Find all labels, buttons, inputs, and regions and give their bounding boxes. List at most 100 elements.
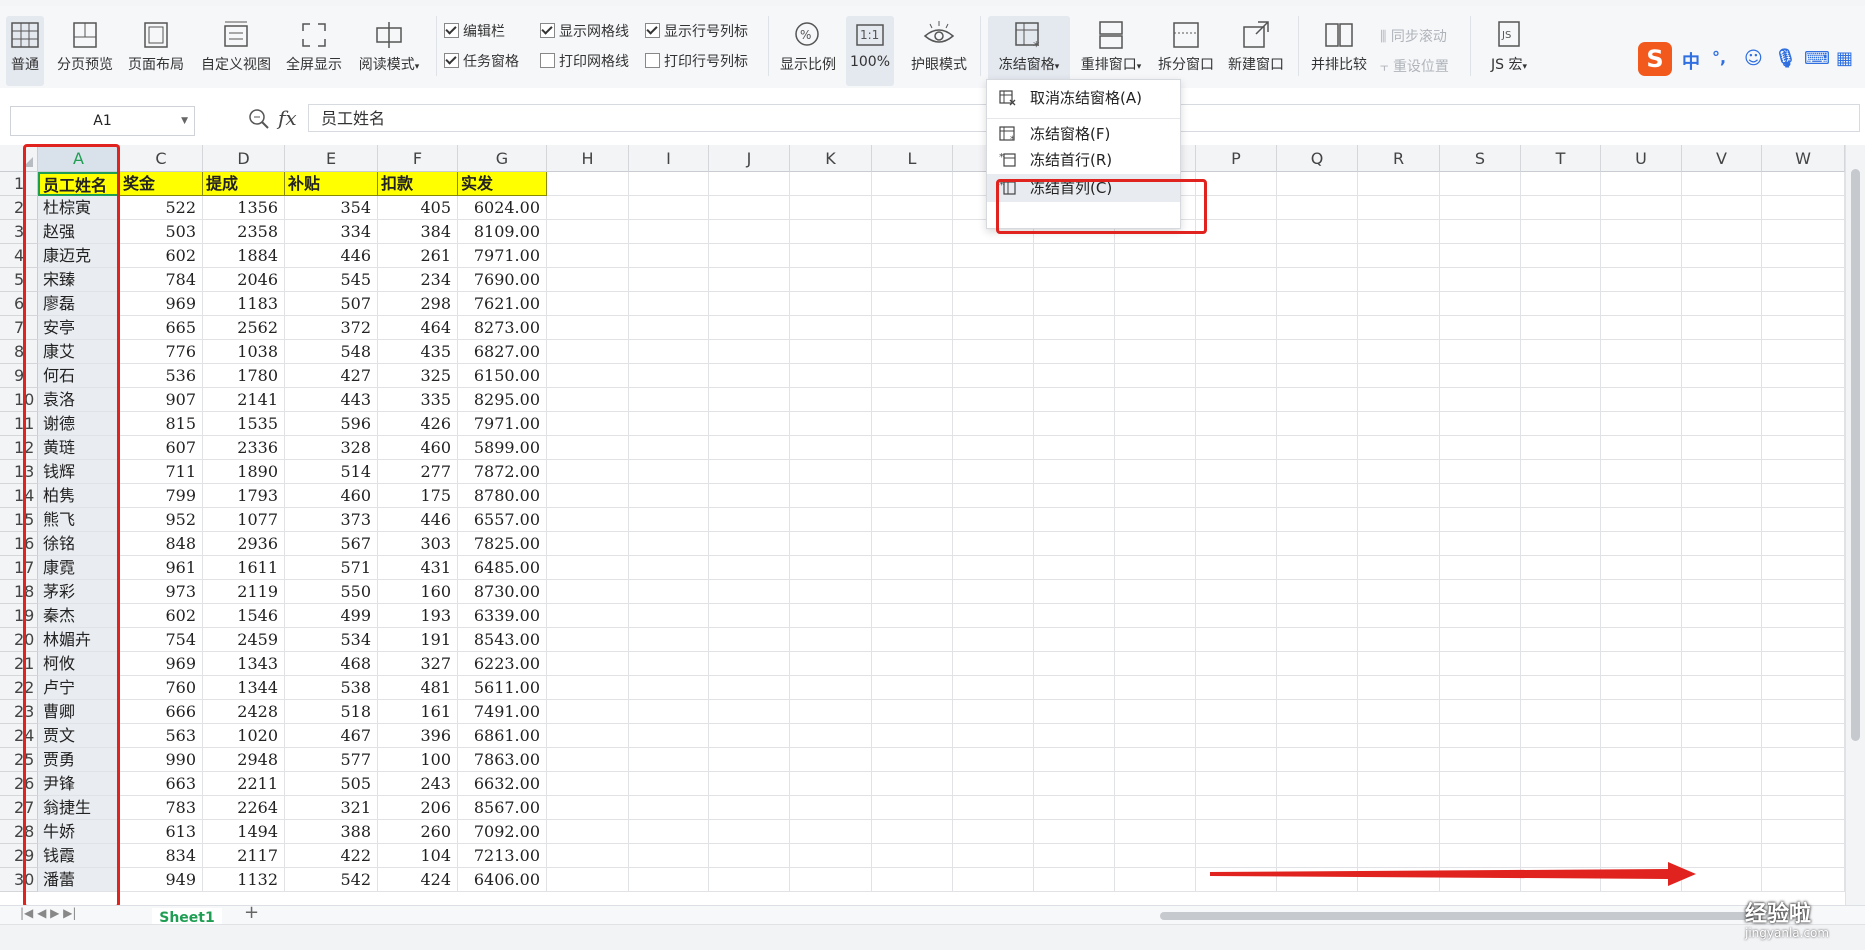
- empty-cell[interactable]: [1358, 700, 1440, 724]
- empty-cell[interactable]: [1601, 460, 1682, 484]
- empty-cell[interactable]: [1358, 556, 1440, 580]
- empty-cell[interactable]: [547, 748, 629, 772]
- eye-protection-button[interactable]: 护眼模式: [906, 16, 972, 86]
- empty-cell[interactable]: [709, 796, 790, 820]
- empty-cell[interactable]: [1440, 340, 1521, 364]
- grid-cell[interactable]: 1546: [203, 604, 285, 628]
- empty-cell[interactable]: [709, 460, 790, 484]
- empty-cell[interactable]: [1762, 652, 1845, 676]
- empty-cell[interactable]: [1196, 436, 1277, 460]
- empty-cell[interactable]: [1277, 388, 1358, 412]
- empty-cell[interactable]: [790, 724, 872, 748]
- grid-cell[interactable]: 783: [120, 796, 203, 820]
- grid-cell[interactable]: 372: [285, 316, 378, 340]
- punctuation-icon[interactable]: °,: [1712, 48, 1726, 67]
- empty-cell[interactable]: [953, 268, 1034, 292]
- empty-cell[interactable]: [547, 604, 629, 628]
- empty-cell[interactable]: [629, 676, 709, 700]
- empty-cell[interactable]: [872, 460, 953, 484]
- empty-cell[interactable]: [1115, 436, 1196, 460]
- empty-cell[interactable]: [1277, 772, 1358, 796]
- grid-cell[interactable]: 422: [285, 844, 378, 868]
- empty-cell[interactable]: [1196, 796, 1277, 820]
- empty-cell[interactable]: [872, 412, 953, 436]
- empty-cell[interactable]: [1115, 364, 1196, 388]
- grid-cell[interactable]: 548: [285, 340, 378, 364]
- empty-cell[interactable]: [953, 460, 1034, 484]
- grid-cell[interactable]: 6223.00: [458, 652, 547, 676]
- grid-cell[interactable]: 104: [378, 844, 458, 868]
- empty-cell[interactable]: [790, 700, 872, 724]
- grid-cell[interactable]: 607: [120, 436, 203, 460]
- grid-cell[interactable]: 扣款: [378, 172, 458, 196]
- empty-cell[interactable]: [1762, 772, 1845, 796]
- grid-cell[interactable]: 1793: [203, 484, 285, 508]
- grid-cell[interactable]: 7690.00: [458, 268, 547, 292]
- empty-cell[interactable]: [1277, 724, 1358, 748]
- split-window-button[interactable]: 拆分窗口: [1152, 16, 1220, 86]
- empty-cell[interactable]: [1358, 748, 1440, 772]
- empty-cell[interactable]: [1762, 268, 1845, 292]
- empty-cell[interactable]: [1521, 340, 1601, 364]
- empty-cell[interactable]: [790, 388, 872, 412]
- empty-cell[interactable]: [1115, 628, 1196, 652]
- empty-cell[interactable]: [1358, 628, 1440, 652]
- empty-cell[interactable]: [790, 316, 872, 340]
- empty-cell[interactable]: [1358, 484, 1440, 508]
- grid-cell[interactable]: 2264: [203, 796, 285, 820]
- empty-cell[interactable]: [1521, 220, 1601, 244]
- empty-cell[interactable]: [1682, 316, 1762, 340]
- empty-cell[interactable]: [1277, 436, 1358, 460]
- empty-cell[interactable]: [1682, 724, 1762, 748]
- empty-cell[interactable]: [1601, 652, 1682, 676]
- grid-cell[interactable]: 799: [120, 484, 203, 508]
- empty-cell[interactable]: [629, 412, 709, 436]
- empty-cell[interactable]: [872, 604, 953, 628]
- grid-cell[interactable]: 160: [378, 580, 458, 604]
- empty-cell[interactable]: [1196, 748, 1277, 772]
- grid-cell[interactable]: 实发: [458, 172, 547, 196]
- empty-cell[interactable]: [1682, 508, 1762, 532]
- empty-cell[interactable]: [1358, 820, 1440, 844]
- grid-cell[interactable]: 303: [378, 532, 458, 556]
- empty-cell[interactable]: [790, 532, 872, 556]
- empty-cell[interactable]: [953, 844, 1034, 868]
- column-header[interactable]: H: [547, 145, 629, 172]
- empty-cell[interactable]: [1277, 172, 1358, 196]
- column-header[interactable]: C: [120, 145, 203, 172]
- grid-cell[interactable]: 834: [120, 844, 203, 868]
- grid-cell[interactable]: 8295.00: [458, 388, 547, 412]
- grid-cell[interactable]: 8567.00: [458, 796, 547, 820]
- page-break-preview-button[interactable]: 分页预览: [52, 16, 118, 86]
- empty-cell[interactable]: [629, 724, 709, 748]
- column-header[interactable]: E: [285, 145, 378, 172]
- empty-cell[interactable]: [790, 244, 872, 268]
- grid-cell[interactable]: 534: [285, 628, 378, 652]
- empty-cell[interactable]: [1277, 412, 1358, 436]
- show-headings-checkbox[interactable]: 显示行号列标: [645, 22, 748, 42]
- grid-cell[interactable]: 6557.00: [458, 508, 547, 532]
- grid-cell[interactable]: 949: [120, 868, 203, 892]
- empty-cell[interactable]: [1682, 268, 1762, 292]
- grid-cell[interactable]: 7092.00: [458, 820, 547, 844]
- grid-cell[interactable]: 1038: [203, 340, 285, 364]
- empty-cell[interactable]: [1601, 268, 1682, 292]
- grid-cell[interactable]: 754: [120, 628, 203, 652]
- empty-cell[interactable]: [547, 868, 629, 892]
- normal-view-button[interactable]: 普通: [6, 16, 44, 86]
- grid-cell[interactable]: 907: [120, 388, 203, 412]
- empty-cell[interactable]: [1682, 412, 1762, 436]
- empty-cell[interactable]: [1440, 244, 1521, 268]
- column-header[interactable]: L: [872, 145, 953, 172]
- grid-cell[interactable]: 514: [285, 460, 378, 484]
- empty-cell[interactable]: [1440, 604, 1521, 628]
- empty-cell[interactable]: [1521, 412, 1601, 436]
- empty-cell[interactable]: [1440, 460, 1521, 484]
- empty-cell[interactable]: [709, 484, 790, 508]
- empty-cell[interactable]: [1277, 796, 1358, 820]
- empty-cell[interactable]: [872, 364, 953, 388]
- column-header[interactable]: G: [458, 145, 547, 172]
- grid-cell[interactable]: 6632.00: [458, 772, 547, 796]
- empty-cell[interactable]: [1115, 868, 1196, 892]
- column-header[interactable]: Q: [1277, 145, 1358, 172]
